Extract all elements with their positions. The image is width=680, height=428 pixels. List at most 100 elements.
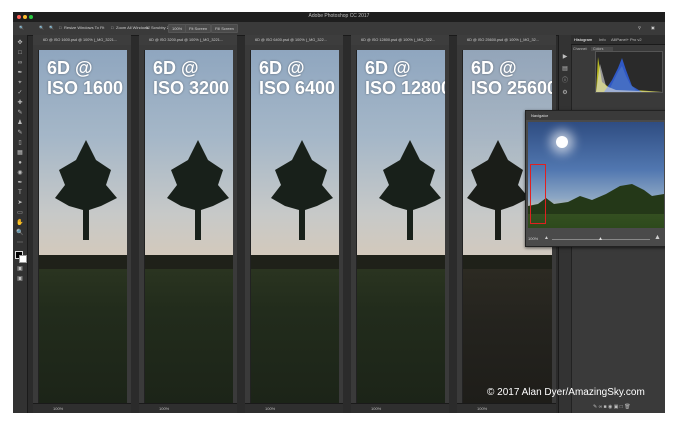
- hand-tool-icon[interactable]: ✋: [16, 219, 24, 227]
- document-window[interactable]: 6D @ ISO 12800.psd @ 100% (_MG_322... 6D…: [351, 35, 449, 413]
- image-label-line2: ISO 12800: [365, 78, 449, 98]
- navigator-title[interactable]: Navigator: [526, 111, 665, 120]
- field-region: [39, 269, 131, 404]
- marquee-tool-icon[interactable]: □: [16, 49, 24, 57]
- scrubby-zoom-checkbox[interactable]: ☑: [146, 25, 150, 30]
- gradient-tool-icon[interactable]: ▦: [16, 149, 24, 157]
- search-icon[interactable]: ⚲: [638, 25, 641, 30]
- info-panel-icon[interactable]: ⓘ: [561, 77, 569, 85]
- blur-tool-icon[interactable]: ●: [16, 159, 24, 167]
- move-tool-icon[interactable]: ✥: [16, 39, 24, 47]
- zoom-all-windows-label: Zoom All Windows: [116, 25, 149, 30]
- dodge-tool-icon[interactable]: ◉: [16, 169, 24, 177]
- zoom-out-icon[interactable]: 🔍: [49, 25, 54, 30]
- tab-info[interactable]: Info: [599, 37, 606, 42]
- quick-select-tool-icon[interactable]: ✒: [16, 69, 24, 77]
- image-label-line1: 6D @: [47, 58, 93, 78]
- navigator-zoom-value[interactable]: 100%: [528, 236, 538, 241]
- tree-silhouette: [467, 140, 529, 240]
- document-canvas[interactable]: 6D @ ISO 12800: [357, 50, 449, 404]
- tree-silhouette: [167, 140, 229, 240]
- navigator-footer: 100% ▲ ▲ ▲: [526, 232, 665, 246]
- document-window[interactable]: 6D @ ISO 3200.psd @ 100% (_MG_3221... 6D…: [139, 35, 237, 413]
- image-label-line2: ISO 25600: [471, 78, 556, 98]
- image-label-line1: 6D @: [471, 58, 517, 78]
- document-canvas[interactable]: 6D @ ISO 1600: [39, 50, 131, 404]
- zoom-in-icon[interactable]: 🔍: [39, 25, 44, 30]
- resize-windows-label: Resize Windows To Fit: [64, 25, 105, 30]
- zoom-out-mountain-icon[interactable]: ▲: [544, 235, 549, 241]
- zoom-status[interactable]: 100%: [457, 403, 556, 413]
- panel-tabs: Histogram Info AlllPanel+ Pro v2: [571, 35, 665, 45]
- navigator-thumbnail[interactable]: [528, 122, 664, 228]
- zoom-tool-icon[interactable]: 🔍: [16, 229, 24, 237]
- eyedropper-tool-icon[interactable]: ✓: [16, 89, 24, 97]
- lasso-tool-icon[interactable]: ∞: [16, 59, 24, 67]
- tab-allpanel[interactable]: AlllPanel+ Pro v2: [611, 37, 642, 42]
- fill-screen-button[interactable]: Fill Screen: [211, 24, 238, 33]
- histogram-curve: [596, 57, 662, 92]
- field-region: [145, 269, 237, 404]
- zoom-all-windows-checkbox[interactable]: □: [111, 25, 113, 30]
- zoom-in-mountain-icon[interactable]: ▲: [654, 234, 661, 241]
- adjust-panel-icon[interactable]: ⚙: [561, 89, 569, 97]
- eraser-tool-icon[interactable]: ▯: [16, 139, 24, 147]
- document-window[interactable]: 6D @ ISO 6400.psd @ 100% (_MG_322... 6D …: [245, 35, 343, 413]
- field-region: [357, 269, 449, 404]
- shape-tool-icon[interactable]: ▭: [16, 209, 24, 217]
- zoom-status[interactable]: 100%: [139, 403, 237, 413]
- panel-bottom-icons: ✎ ∞ ■ ◉ ▣ □ 🗑: [593, 404, 631, 410]
- tree-silhouette: [379, 140, 441, 240]
- type-tool-icon[interactable]: T: [16, 189, 24, 197]
- moon-glow: [556, 136, 568, 148]
- vertical-scrollbar[interactable]: [233, 50, 237, 404]
- zoom-status[interactable]: 100%: [245, 403, 343, 413]
- image-label-line1: 6D @: [259, 58, 305, 78]
- healing-brush-icon[interactable]: ✚: [16, 99, 24, 107]
- histogram-panel-icon[interactable]: ▤: [561, 65, 569, 73]
- tools-panel: ✥ □ ∞ ✒ ⌖ ✓ ✚ ✎ ♟ ✎ ▯ ▦ ● ◉ ✒ T ➤ ▭ ✋ 🔍 …: [13, 35, 28, 413]
- document-window[interactable]: 6D @ ISO 1600.psd @ 100% (_MG_3221... 6D…: [33, 35, 131, 413]
- image-label-line1: 6D @: [365, 58, 411, 78]
- quick-mask-icon[interactable]: ▣: [16, 265, 24, 273]
- background-color-swatch[interactable]: [19, 255, 27, 263]
- fit-screen-button[interactable]: Fit Screen: [185, 24, 212, 33]
- more-tools-icon[interactable]: ⋯: [16, 239, 24, 247]
- zoom-status[interactable]: 100%: [351, 403, 449, 413]
- screen-mode-icon[interactable]: ▣: [16, 275, 24, 283]
- tree-silhouette: [271, 140, 333, 240]
- play-action-icon[interactable]: ▶: [561, 53, 569, 61]
- path-select-tool-icon[interactable]: ➤: [16, 199, 24, 207]
- pen-tool-icon[interactable]: ✒: [16, 179, 24, 187]
- field-region: [463, 269, 556, 404]
- clone-stamp-icon[interactable]: ♟: [16, 119, 24, 127]
- copyright-watermark: © 2017 Alan Dyer/AmazingSky.com: [487, 387, 645, 398]
- document-canvas[interactable]: 6D @ ISO 6400: [251, 50, 343, 404]
- channel-label: Channel:: [573, 47, 588, 51]
- brush-tool-icon[interactable]: ✎: [16, 109, 24, 117]
- resize-windows-checkbox[interactable]: □: [59, 25, 61, 30]
- image-label-line1: 6D @: [153, 58, 199, 78]
- history-brush-icon[interactable]: ✎: [16, 129, 24, 137]
- vertical-scrollbar[interactable]: [445, 50, 449, 404]
- crop-tool-icon[interactable]: ⌖: [16, 79, 24, 87]
- photoshop-window: Adobe Photoshop CC 2017 🔍 🔍 🔍 □ Resize W…: [13, 12, 665, 413]
- zoom-status[interactable]: 100%: [33, 403, 131, 413]
- field-region: [251, 269, 343, 404]
- zoom-slider-handle[interactable]: ▲: [598, 236, 603, 242]
- zoom-100-button[interactable]: 100%: [168, 24, 187, 33]
- workspace-icon[interactable]: ▣: [651, 25, 655, 30]
- options-bar: 🔍 🔍 🔍 □ Resize Windows To Fit □ Zoom All…: [13, 22, 665, 36]
- app-title: Adobe Photoshop CC 2017: [308, 13, 370, 19]
- zoom-tool-icon[interactable]: 🔍: [19, 25, 24, 30]
- vertical-scrollbar[interactable]: [127, 50, 131, 404]
- view-rectangle[interactable]: [530, 164, 546, 224]
- tab-histogram[interactable]: Histogram: [574, 37, 592, 42]
- navigator-panel[interactable]: Navigator 100% ▲ ▲ ▲: [525, 110, 665, 247]
- image-label-line2: ISO 3200: [153, 78, 230, 98]
- document-canvas[interactable]: 6D @ ISO 3200: [145, 50, 237, 404]
- vertical-scrollbar[interactable]: [339, 50, 343, 404]
- image-label-line2: ISO 1600: [47, 78, 124, 98]
- histogram-graph: [595, 51, 663, 93]
- image-label-line2: ISO 6400: [259, 78, 336, 98]
